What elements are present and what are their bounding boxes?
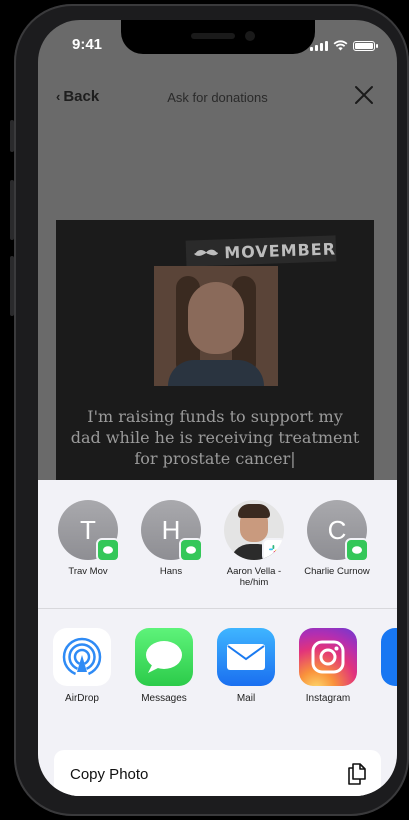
airdrop-icon xyxy=(53,628,111,686)
contact-name: Trav Mov xyxy=(68,566,108,577)
copy-photo-label: Copy Photo xyxy=(70,765,149,783)
contact-trav-mov[interactable]: T Trav Mov xyxy=(58,500,120,600)
contact-name: Hans xyxy=(159,566,183,577)
notch xyxy=(120,20,315,54)
status-icons xyxy=(310,40,378,51)
avatar: H xyxy=(141,500,203,562)
app-label: AirDrop xyxy=(65,693,99,704)
messages-icon xyxy=(345,538,369,562)
mail-icon xyxy=(217,628,275,686)
instagram-icon xyxy=(299,628,357,686)
screen: 9:41 ‹ Back Ask for donations MOVEMBER I… xyxy=(38,20,397,796)
contact-name: Charlie Curnow xyxy=(304,566,370,577)
movember-logo: MOVEMBER xyxy=(185,235,337,267)
share-sheet: T Trav Mov H Hans Aaron Vella - he/him C… xyxy=(38,480,397,796)
app-instagram[interactable]: Instagram xyxy=(298,628,358,708)
messages-icon xyxy=(179,538,203,562)
front-camera xyxy=(244,31,255,41)
mute-switch xyxy=(10,120,14,152)
app-messages[interactable]: Messages xyxy=(134,628,194,708)
app-airdrop[interactable]: AirDrop xyxy=(52,628,112,708)
app-label: Instagram xyxy=(305,693,351,704)
copy-photo-button[interactable]: Copy Photo xyxy=(54,750,381,796)
contact-charlie-curnow[interactable]: C Charlie Curnow xyxy=(304,500,370,600)
page-title: Ask for donations xyxy=(167,90,268,105)
moustache-icon xyxy=(194,249,219,256)
messages-icon xyxy=(135,628,193,686)
speaker xyxy=(190,33,235,39)
avatar: T xyxy=(58,500,120,562)
contact-hans[interactable]: H Hans xyxy=(141,500,203,600)
slack-icon xyxy=(262,538,284,560)
divider xyxy=(38,608,397,609)
donation-card: MOVEMBER I'm raising funds to support my… xyxy=(56,220,374,500)
app-label: Messages xyxy=(141,693,187,704)
messages-icon xyxy=(96,538,120,562)
app-label: Mail xyxy=(236,693,256,704)
battery-icon xyxy=(353,40,378,51)
copy-icon xyxy=(348,763,366,785)
avatar xyxy=(224,500,284,560)
profile-photo xyxy=(154,266,278,386)
status-time: 9:41 xyxy=(72,36,103,53)
app-mail[interactable]: Mail xyxy=(216,628,276,708)
logo-text: MOVEMBER xyxy=(223,238,337,262)
apps-row: AirDrop Messages Mail Instagram xyxy=(52,628,397,708)
people-row: T Trav Mov H Hans Aaron Vella - he/him C… xyxy=(58,500,397,600)
contact-aaron-vella[interactable]: Aaron Vella - he/him xyxy=(224,500,284,600)
signal-icon xyxy=(310,40,328,51)
close-icon[interactable] xyxy=(351,82,377,108)
avatar: C xyxy=(307,500,369,562)
app-facebook[interactable]: Fa xyxy=(380,628,397,708)
volume-down-button xyxy=(10,256,14,316)
volume-up-button xyxy=(10,180,14,240)
wifi-icon xyxy=(333,40,348,51)
nav-bar: ‹ Back Ask for donations xyxy=(38,82,397,112)
contact-name: Aaron Vella - he/him xyxy=(226,566,282,588)
facebook-icon xyxy=(381,628,397,686)
donation-message[interactable]: I'm raising funds to support my dad whil… xyxy=(70,406,360,469)
